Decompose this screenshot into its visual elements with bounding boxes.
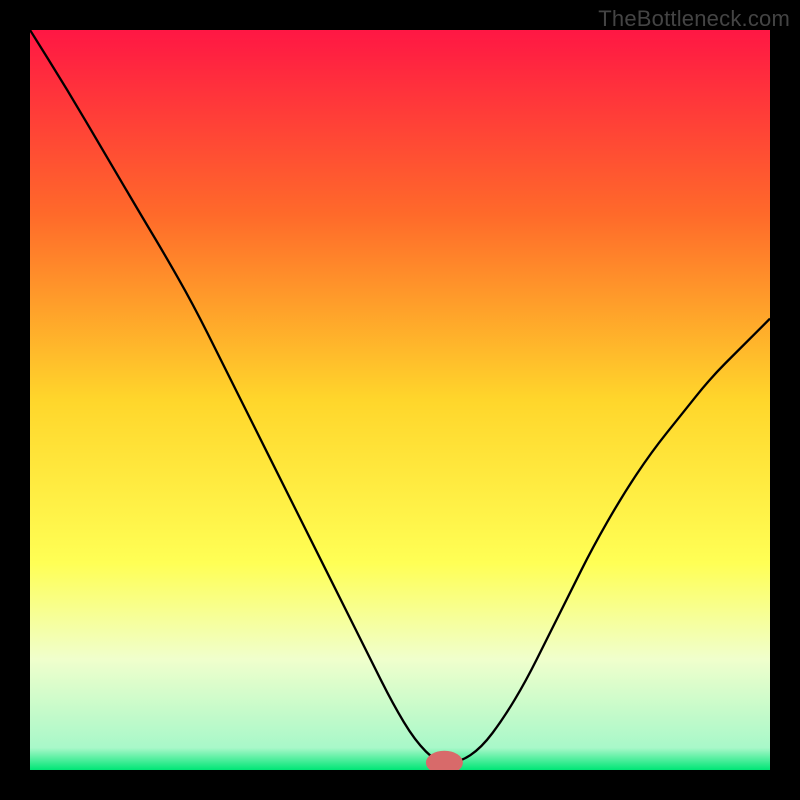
- watermark-text: TheBottleneck.com: [598, 6, 790, 32]
- chart-svg: [30, 30, 770, 770]
- plot-area: [30, 30, 770, 770]
- chart-frame: TheBottleneck.com: [0, 0, 800, 800]
- chart-background: [30, 30, 770, 770]
